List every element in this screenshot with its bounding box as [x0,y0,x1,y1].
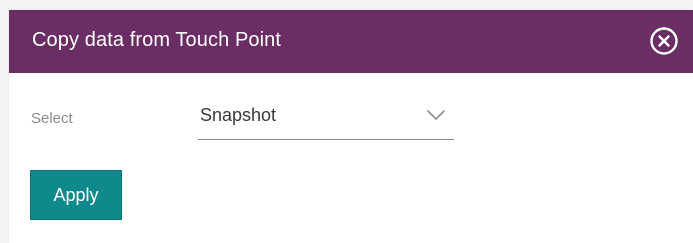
snapshot-select[interactable]: Snapshot [198,96,454,140]
select-value: Snapshot [200,105,277,125]
dialog-title: Copy data from Touch Point [32,29,282,51]
close-circle-icon [650,27,678,55]
chevron-down-icon [426,108,446,122]
page: Copy data from Touch Point Select Snapsh… [0,0,693,243]
copy-data-dialog: Copy data from Touch Point Select Snapsh… [9,10,693,243]
dialog-header: Copy data from Touch Point [9,10,693,73]
select-label: Select [31,110,73,127]
close-button[interactable] [649,26,679,56]
apply-button[interactable]: Apply [30,170,122,220]
